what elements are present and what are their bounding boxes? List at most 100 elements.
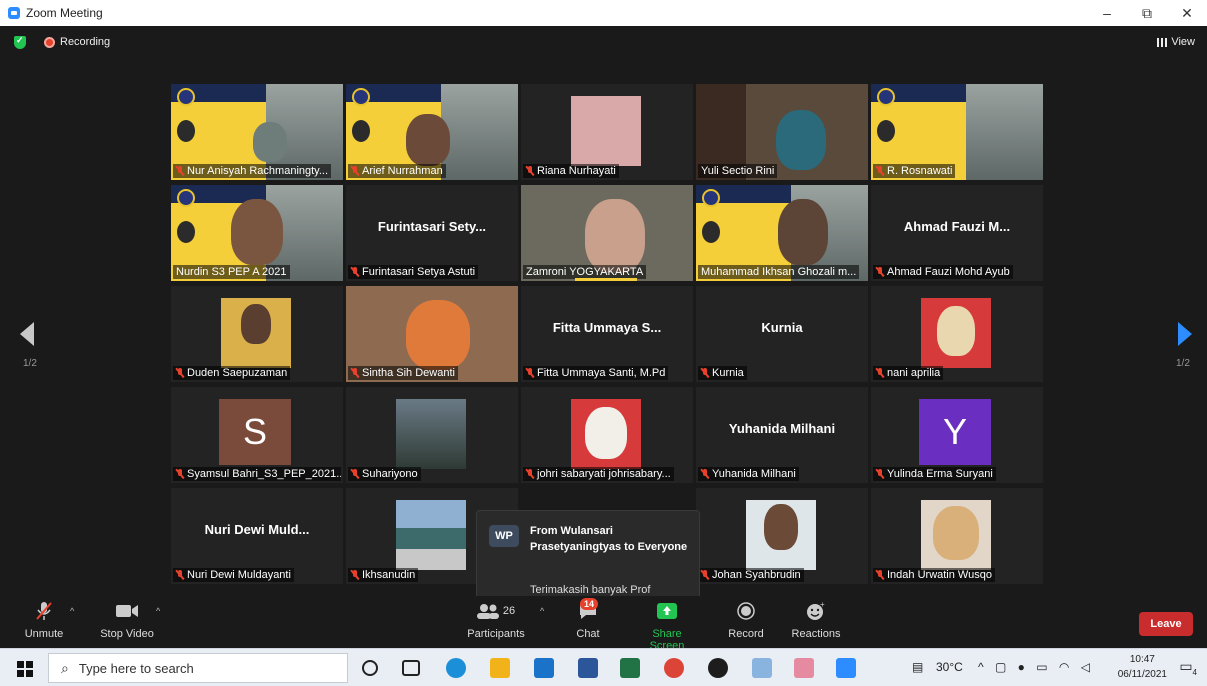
mic-muted-icon [876, 267, 884, 277]
chat-notification-popup[interactable]: WP From Wulansari Prasetyaningtyas to Ev… [476, 510, 700, 616]
profile-photo [396, 500, 466, 570]
next-page-arrow-icon[interactable] [1178, 322, 1192, 346]
participant-tile[interactable]: Nur Anisyah Rachmaningty... [171, 84, 343, 180]
chat-button[interactable]: 14 Chat [566, 598, 610, 640]
mic-muted-icon [526, 166, 534, 176]
participant-tile[interactable]: Nurdin S3 PEP A 2021 [171, 185, 343, 281]
participant-name: Fitta Ummaya Santi, M.Pd [537, 367, 666, 379]
participants-icon [476, 604, 499, 619]
avatar: S [219, 399, 291, 465]
security-shield-icon[interactable] [14, 35, 26, 49]
participant-tile[interactable]: Duden Saepuzaman [171, 286, 343, 382]
reactions-button[interactable]: + Reactions [790, 600, 842, 640]
profile-photo [396, 399, 466, 469]
participant-tile[interactable]: Indah Urwatin Wusqo [871, 488, 1043, 584]
cortana-icon[interactable] [362, 660, 378, 676]
mic-muted-icon [876, 570, 884, 580]
participant-name: Ahmad Fauzi Mohd Ayub [887, 266, 1010, 278]
recording-icon [44, 37, 55, 48]
participant-tile[interactable]: Y Yulinda Erma Suryani [871, 387, 1043, 483]
participants-label: Participants [467, 628, 525, 640]
windows-start-icon[interactable] [17, 661, 33, 677]
participant-tile[interactable]: Ahmad Fauzi M... Ahmad Fauzi Mohd Ayub [871, 185, 1043, 281]
notification-count: 4 [1192, 667, 1197, 677]
minimize-button[interactable]: – [1087, 0, 1127, 26]
excel-icon[interactable] [620, 658, 640, 678]
chat-label: Chat [576, 628, 600, 640]
chat-unread-badge: 14 [580, 598, 599, 610]
participant-display-name: Nuri Dewi Muld... [204, 522, 310, 537]
mic-muted-icon [176, 469, 184, 479]
participant-tile[interactable]: Zamroni YOGYAKARTA [521, 185, 693, 281]
task-view-icon[interactable] [402, 660, 420, 676]
participant-tile[interactable]: Sintha Sih Dewanti [346, 286, 518, 382]
close-button[interactable]: ✕ [1167, 0, 1207, 26]
view-button[interactable]: View [1157, 36, 1195, 48]
participant-name: Riana Nurhayati [537, 165, 616, 177]
participant-tile[interactable]: johri sabaryati johrisabary... [521, 387, 693, 483]
edge-browser-icon[interactable] [446, 658, 466, 678]
reactions-label: Reactions [791, 628, 841, 640]
participant-tile[interactable]: R. Rosnawati [871, 84, 1043, 180]
participant-tile[interactable]: Arief Nurrahman [346, 84, 518, 180]
window-titlebar: Zoom Meeting – ⧉ ✕ [0, 0, 1207, 26]
participant-name: Muhammad Ikhsan Ghozali m... [701, 266, 857, 278]
mic-muted-icon [876, 368, 884, 378]
prev-page-arrow-icon[interactable] [20, 322, 34, 346]
grid-view-icon [1157, 37, 1168, 47]
participants-button[interactable]: 26 Participants [466, 600, 526, 640]
participant-tile[interactable]: Fitta Ummaya S... Fitta Ummaya Santi, M.… [521, 286, 693, 382]
restore-button[interactable]: ⧉ [1127, 0, 1167, 26]
participant-tile[interactable]: Yuli Sectio Rini [696, 84, 868, 180]
participant-display-name: Ahmad Fauzi M... [903, 219, 1011, 234]
unmute-button[interactable]: Unmute [22, 600, 66, 640]
zoom-app-icon [8, 7, 20, 19]
participant-name: Furintasari Setya Astuti [362, 266, 476, 278]
participant-name: Yuli Sectio Rini [701, 165, 775, 177]
participant-display-name: Fitta Ummaya S... [552, 320, 662, 335]
mic-muted-icon [176, 368, 184, 378]
mail-icon[interactable] [534, 658, 554, 678]
audio-options-caret-icon[interactable]: ^ [70, 606, 74, 616]
participant-tile[interactable]: Yuhanida Milhani Yuhanida Milhani [696, 387, 868, 483]
participant-tile[interactable]: Kurnia Kurnia [696, 286, 868, 382]
participant-name: Indah Urwatin Wusqo [887, 569, 992, 581]
participant-tile[interactable]: Furintasari Sety... Furintasari Setya As… [346, 185, 518, 281]
stop-video-button[interactable]: Stop Video [98, 600, 156, 640]
participant-tile[interactable]: Suhariyono [346, 387, 518, 483]
taskbar-search-box[interactable]: ⌕ Type here to search [48, 653, 348, 683]
participant-name: Nurdin S3 PEP A 2021 [176, 266, 287, 278]
participants-options-caret-icon[interactable]: ^ [540, 606, 544, 616]
leave-button[interactable]: Leave [1139, 612, 1193, 636]
notification-center-icon[interactable]: ▭4 [1179, 658, 1197, 677]
record-button[interactable]: Record [724, 600, 768, 640]
video-options-caret-icon[interactable]: ^ [156, 606, 160, 616]
search-icon: ⌕ [61, 659, 69, 676]
participant-tile[interactable]: Riana Nurhayati [521, 84, 693, 180]
file-explorer-icon[interactable] [490, 658, 510, 678]
snipping-tool-icon[interactable] [794, 658, 814, 678]
mic-muted-icon [351, 267, 359, 277]
mic-muted-icon [351, 368, 359, 378]
participant-tile[interactable]: Nuri Dewi Muld... Nuri Dewi Muldayanti [171, 488, 343, 584]
app-icon[interactable] [708, 658, 728, 678]
zoom-taskbar-icon[interactable] [836, 658, 856, 678]
mic-muted-icon [351, 469, 359, 479]
word-icon[interactable] [578, 658, 598, 678]
taskbar-clock[interactable]: 10:47 06/11/2021 [1118, 652, 1167, 682]
participant-name: Yuhanida Milhani [712, 468, 796, 480]
participants-count: 26 [502, 605, 516, 617]
participant-tile[interactable]: S Syamsul Bahri_S3_PEP_2021... [171, 387, 343, 483]
participant-tile[interactable]: nani aprilia [871, 286, 1043, 382]
record-icon [737, 602, 755, 620]
clock-time: 10:47 [1129, 654, 1155, 665]
system-tray-icons[interactable]: ^ ▢ ● ▭ ◠ ◁ [978, 660, 1094, 674]
chrome-icon[interactable] [664, 658, 684, 678]
paint-icon[interactable] [752, 658, 772, 678]
participant-tile[interactable]: Johan Syahbrudin [696, 488, 868, 584]
temperature[interactable]: 30°C [936, 660, 963, 674]
weather-icon[interactable]: ▤ [912, 660, 923, 674]
share-screen-button[interactable]: Share Screen [634, 600, 700, 652]
mic-muted-icon [526, 469, 534, 479]
participant-tile[interactable]: Muhammad Ikhsan Ghozali m... [696, 185, 868, 281]
